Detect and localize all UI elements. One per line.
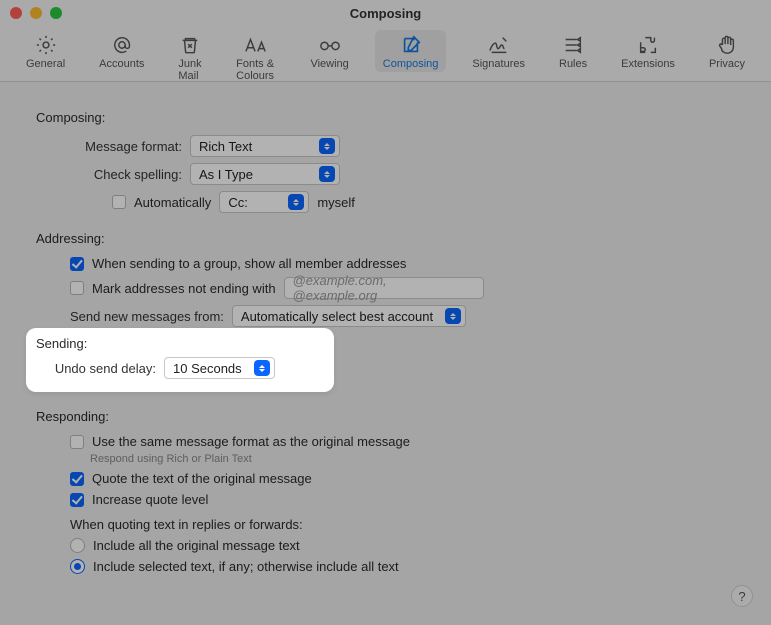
include-selected-radio[interactable] — [70, 559, 85, 574]
row-include-all: Include all the original message text — [70, 538, 741, 553]
group-addresses-label: When sending to a group, show all member… — [92, 256, 406, 271]
tab-label: Junk Mail — [178, 58, 202, 82]
when-quoting-label: When quoting text in replies or forwards… — [70, 517, 303, 532]
undo-send-label: Undo send delay: — [44, 361, 156, 376]
tab-label: Signatures — [472, 58, 525, 70]
tab-fonts-colours[interactable]: Fonts & Colours — [228, 30, 284, 84]
row-group-addresses: When sending to a group, show all member… — [70, 256, 741, 271]
select-value: Rich Text — [199, 139, 252, 154]
increase-quote-label: Increase quote level — [92, 492, 208, 507]
mark-addresses-input[interactable]: @example.com, @example.org — [284, 277, 484, 299]
quote-text-checkbox[interactable] — [70, 472, 84, 486]
send-from-label: Send new messages from: — [70, 309, 224, 324]
same-format-label: Use the same message format as the origi… — [92, 434, 410, 449]
auto-cc-label: Automatically — [134, 195, 211, 210]
updown-icon — [288, 194, 304, 210]
window-title: Composing — [350, 6, 422, 21]
row-undo-send: Undo send delay: 10 Seconds — [44, 357, 324, 379]
font-icon — [243, 34, 269, 56]
quote-text-label: Quote the text of the original message — [92, 471, 312, 486]
auto-cc-suffix: myself — [317, 195, 355, 210]
rules-icon — [562, 34, 584, 56]
row-check-spelling: Check spelling: As I Type — [70, 163, 741, 185]
section-addressing-header: Addressing: — [36, 231, 741, 246]
group-addresses-checkbox[interactable] — [70, 257, 84, 271]
tab-label: Composing — [383, 58, 439, 70]
auto-cc-select[interactable]: Cc: — [219, 191, 309, 213]
tab-accounts[interactable]: Accounts — [91, 30, 152, 72]
same-format-checkbox[interactable] — [70, 435, 84, 449]
select-value: Cc: — [228, 195, 248, 210]
section-composing-header: Composing: — [36, 110, 741, 125]
tab-viewing[interactable]: Viewing — [302, 30, 356, 72]
window-controls — [10, 7, 62, 19]
compose-icon — [400, 34, 422, 56]
row-auto-cc: Automatically Cc: myself — [70, 191, 741, 213]
hand-icon — [717, 34, 737, 56]
row-quote-text: Quote the text of the original message — [70, 471, 741, 486]
message-format-select[interactable]: Rich Text — [190, 135, 340, 157]
check-spelling-label: Check spelling: — [70, 167, 182, 182]
minimize-window-button[interactable] — [30, 7, 42, 19]
send-from-select[interactable]: Automatically select best account — [232, 305, 466, 327]
check-spelling-select[interactable]: As I Type — [190, 163, 340, 185]
tab-privacy[interactable]: Privacy — [701, 30, 753, 72]
updown-icon — [319, 138, 335, 154]
tab-label: Viewing — [310, 58, 348, 70]
section-sending-header: Sending: — [36, 336, 324, 351]
puzzle-icon — [637, 34, 659, 56]
select-value: 10 Seconds — [173, 361, 242, 376]
tab-label: Rules — [559, 58, 587, 70]
auto-cc-checkbox[interactable] — [112, 195, 126, 209]
include-all-label: Include all the original message text — [93, 538, 300, 553]
tab-extensions[interactable]: Extensions — [613, 30, 683, 72]
zoom-window-button[interactable] — [50, 7, 62, 19]
mark-addresses-label: Mark addresses not ending with — [92, 281, 276, 296]
tab-signatures[interactable]: Signatures — [464, 30, 533, 72]
row-send-from: Send new messages from: Automatically se… — [70, 305, 741, 327]
updown-icon — [445, 308, 461, 324]
row-message-format: Message format: Rich Text — [70, 135, 741, 157]
row-when-quoting: When quoting text in replies or forwards… — [70, 517, 741, 532]
row-increase-quote: Increase quote level — [70, 492, 741, 507]
tab-rules[interactable]: Rules — [551, 30, 595, 72]
at-icon — [111, 34, 133, 56]
select-value: As I Type — [199, 167, 253, 182]
row-include-selected: Include selected text, if any; otherwise… — [70, 559, 741, 574]
row-mark-addresses: Mark addresses not ending with @example.… — [70, 277, 741, 299]
titlebar: Composing — [0, 0, 771, 26]
select-value: Automatically select best account — [241, 309, 433, 324]
undo-send-select[interactable]: 10 Seconds — [164, 357, 275, 379]
updown-icon — [254, 360, 270, 376]
tab-label: Accounts — [99, 58, 144, 70]
row-same-format: Use the same message format as the origi… — [70, 434, 741, 449]
gear-icon — [35, 34, 57, 56]
include-all-radio[interactable] — [70, 538, 85, 553]
updown-icon — [319, 166, 335, 182]
tab-composing[interactable]: Composing — [375, 30, 447, 72]
tab-label: Fonts & Colours — [236, 58, 276, 82]
include-selected-label: Include selected text, if any; otherwise… — [93, 559, 399, 574]
glasses-icon — [317, 34, 343, 56]
mark-addresses-checkbox[interactable] — [70, 281, 84, 295]
signature-icon — [487, 34, 511, 56]
section-responding-header: Responding: — [36, 409, 741, 424]
sending-highlight-panel: Sending: Undo send delay: 10 Seconds — [26, 328, 334, 392]
tab-label: Extensions — [621, 58, 675, 70]
preferences-toolbar: General Accounts Junk Mail Fonts & Colou… — [0, 26, 771, 82]
increase-quote-checkbox[interactable] — [70, 493, 84, 507]
help-button[interactable]: ? — [731, 585, 753, 607]
tab-label: Privacy — [709, 58, 745, 70]
close-window-button[interactable] — [10, 7, 22, 19]
tab-label: General — [26, 58, 65, 70]
message-format-label: Message format: — [70, 139, 182, 154]
tab-general[interactable]: General — [18, 30, 73, 72]
trash-icon — [179, 34, 201, 56]
tab-junk-mail[interactable]: Junk Mail — [170, 30, 210, 84]
same-format-note: Respond using Rich or Plain Text — [90, 453, 741, 465]
